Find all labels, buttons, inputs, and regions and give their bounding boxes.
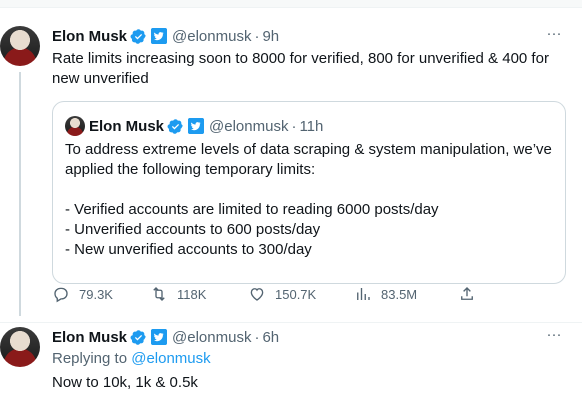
more-options-icon[interactable]: ··· [544,327,564,349]
verified-badge-icon[interactable] [130,329,147,346]
more-options-icon[interactable]: ··· [544,26,564,48]
tweet[interactable]: Elon Musk @elonmusk · 9h ··· Rate limits… [0,14,582,318]
tweet-text: Now to 10k, 1k & 0.5k [52,374,198,391]
retweet-button[interactable]: 118K [150,285,206,303]
author-avatar[interactable] [0,26,40,66]
tweet-header: Elon Musk @elonmusk · 6h [52,327,279,347]
quoted-tweet[interactable]: Elon Musk @elonmusk · 11h To address ext… [52,101,566,284]
tweet-time[interactable]: 6h [262,329,279,346]
reply-count: 79.3K [79,286,113,302]
like-button[interactable]: 150.7K [248,285,316,303]
author-avatar[interactable] [0,327,40,367]
replying-to-handle-link[interactable]: @elonmusk [131,350,210,367]
retweet-count: 118K [177,286,207,302]
thread-line [19,72,21,316]
retweet-icon [153,287,165,301]
affiliation-badge-icon[interactable] [188,118,205,134]
separator-dot: · [254,27,260,45]
verified-badge-icon[interactable] [130,28,147,45]
top-divider [0,0,582,8]
separator-dot: · [291,117,297,135]
author-name[interactable]: Elon Musk [52,28,127,45]
replying-to-label: Replying to [52,350,128,367]
views-button[interactable]: 83.5M [354,285,417,303]
tweet-header: Elon Musk @elonmusk · 9h [52,26,279,46]
tweet-text: Rate limits increasing soon to 8000 for … [52,50,549,87]
affiliation-badge-icon[interactable] [151,28,168,44]
analytics-icon [357,288,370,300]
author-handle[interactable]: @elonmusk [172,28,251,45]
affiliation-badge-icon[interactable] [151,329,168,345]
quoted-tweet-time[interactable]: 11h [299,118,323,135]
share-icon [461,287,473,300]
quoted-tweet-text: To address extreme levels of data scrapi… [65,141,552,258]
verified-badge-icon[interactable] [167,118,184,135]
quoted-tweet-header: Elon Musk @elonmusk · 11h [89,116,323,136]
author-handle[interactable]: @elonmusk [172,329,251,346]
quoted-author-avatar[interactable] [65,116,85,136]
author-name[interactable]: Elon Musk [52,329,127,346]
share-button[interactable] [458,285,476,303]
tweet[interactable]: Elon Musk @elonmusk · 6h ··· Replying to… [0,322,582,402]
quoted-author-name[interactable]: Elon Musk [89,118,164,135]
replying-to: Replying to @elonmusk [52,350,211,367]
heart-icon [250,288,264,301]
reply-button[interactable]: 79.3K [52,285,113,303]
like-count: 150.7K [275,286,317,302]
quoted-author-handle[interactable]: @elonmusk [209,118,288,135]
tweet-time[interactable]: 9h [262,28,279,45]
reply-icon [54,287,68,303]
separator-dot: · [254,328,260,346]
tweet-actions: 79.3K 118K 150.7K 83.5M [52,284,492,304]
view-count: 83.5M [381,286,418,302]
